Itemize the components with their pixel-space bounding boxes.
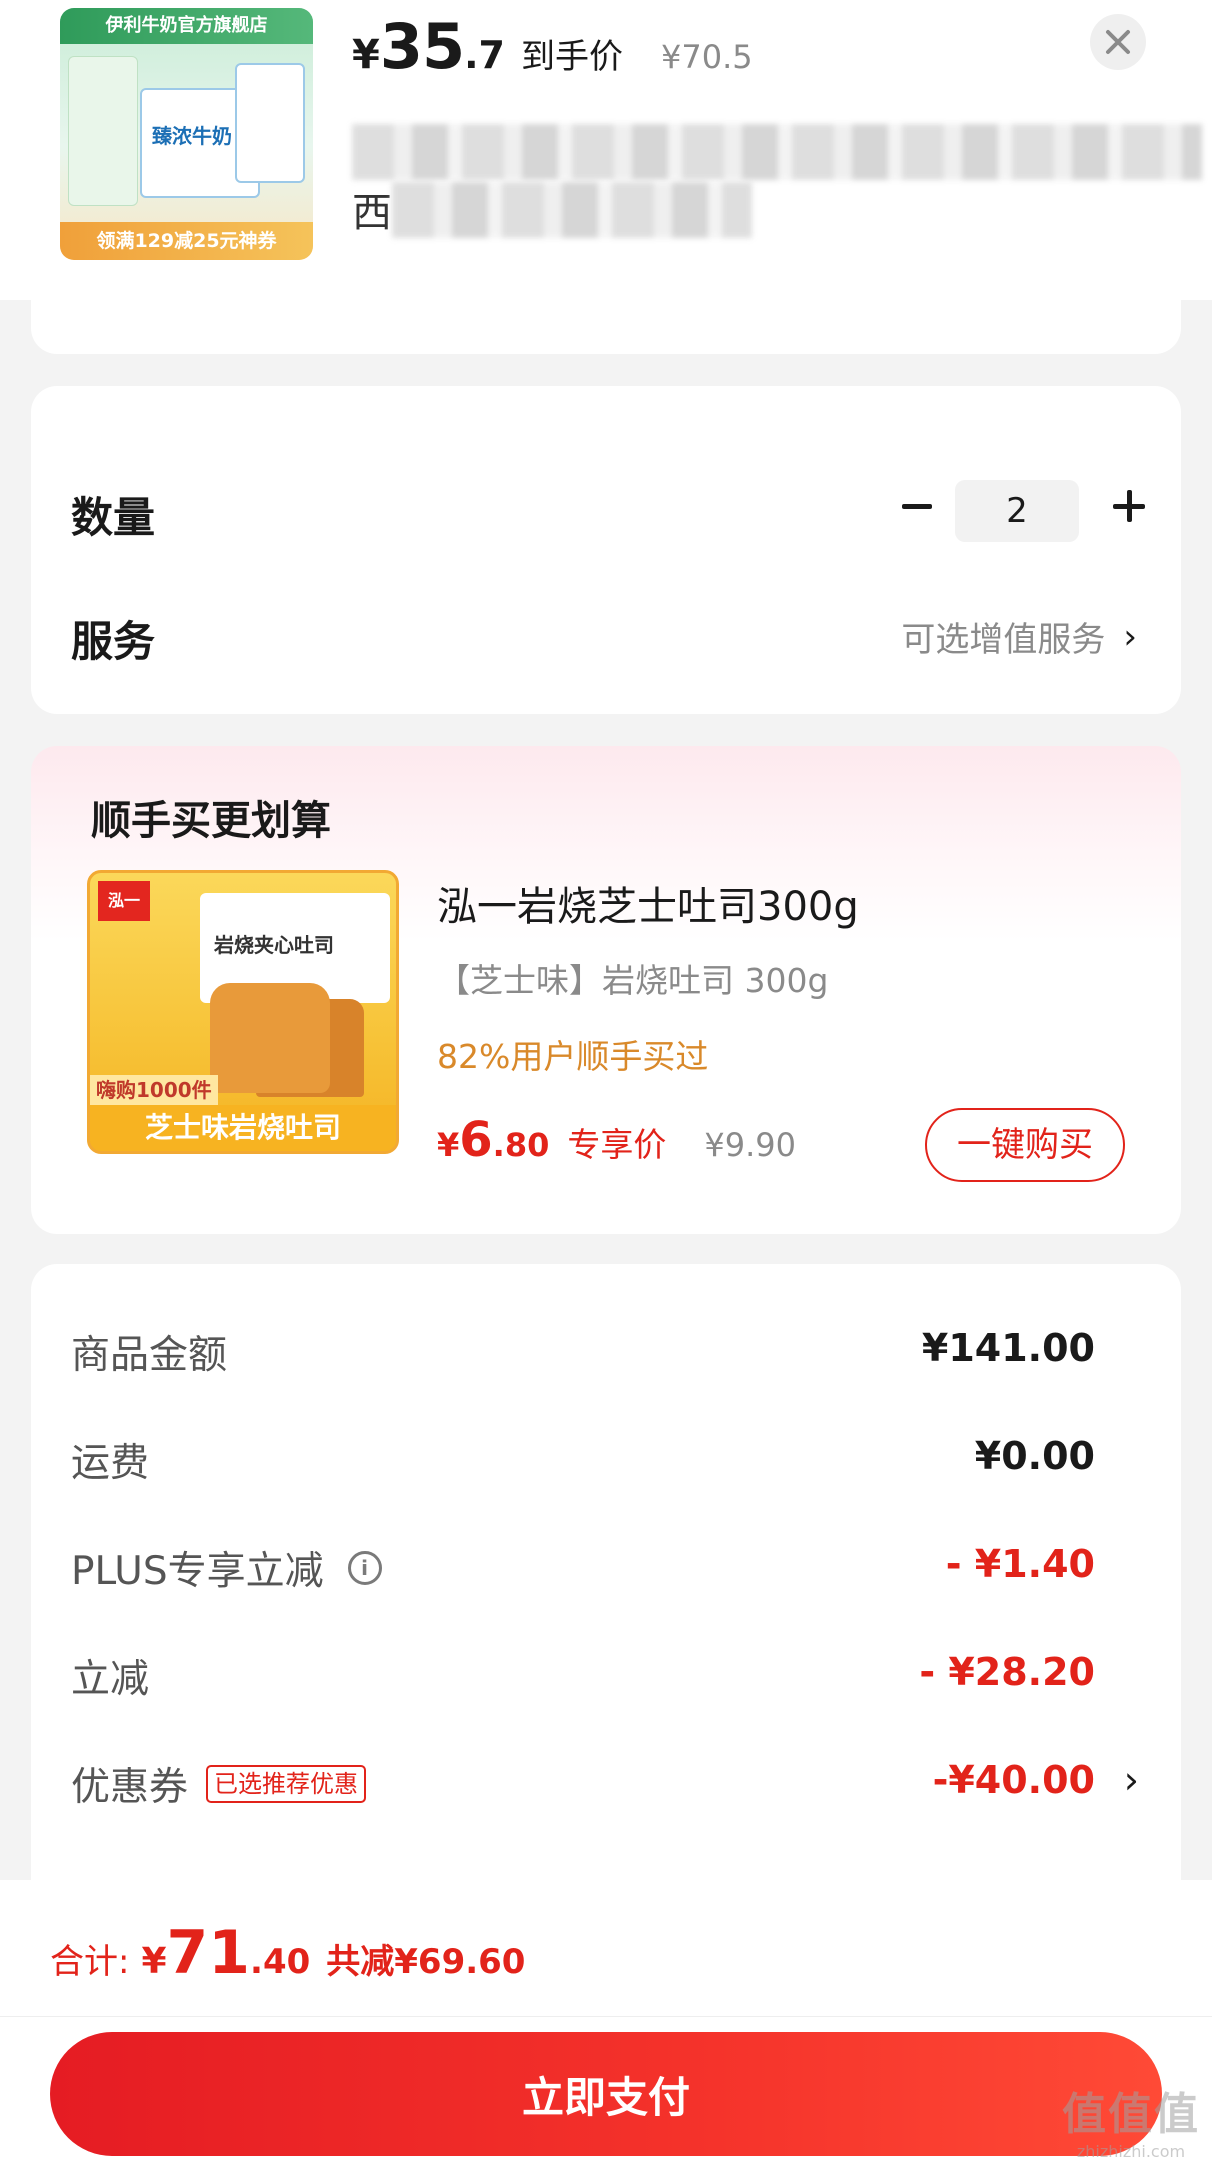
coupon-strip: 领满129减25元神券 [60, 222, 313, 260]
product-header: 伊利牛奶官方旗舰店 臻浓牛奶 领满129减25元神券 ¥ 35 .7 到手价 ¥… [0, 0, 1212, 300]
coupon-tag: 已选推荐优惠 [206, 1765, 367, 1803]
bundle-product-image[interactable]: 泓一 岩烧夹心吐司 嗨购1000件 芝士味岩烧吐司 [87, 870, 399, 1154]
bundle-product-spec: 【芝士味】岩烧吐司 300g [437, 961, 829, 1000]
currency-symbol: ¥ [141, 1941, 167, 1982]
service-label: 服务 [71, 617, 156, 666]
close-button[interactable] [1090, 14, 1146, 70]
promo-tag: 嗨购1000件 [90, 1075, 218, 1105]
one-click-buy-button[interactable]: 一键购买 [925, 1108, 1125, 1182]
total-label: 合计: [50, 1942, 130, 1982]
bundle-card: 顺手买更划算 泓一 岩烧夹心吐司 嗨购1000件 芝士味岩烧吐司 泓一岩烧芝士吐… [31, 746, 1181, 1234]
currency-symbol: ¥ [437, 1126, 460, 1164]
package-text: 岩烧夹心吐司 [214, 933, 334, 957]
original-price: ¥9.90 [704, 1126, 796, 1164]
price-integer: 6 [459, 1112, 493, 1168]
summary-label: PLUS专享立减 [71, 1549, 324, 1594]
quantity-input[interactable] [955, 480, 1079, 542]
product-thumbnail[interactable]: 伊利牛奶官方旗舰店 臻浓牛奶 领满129减25元神券 [60, 8, 313, 260]
summary-value: ¥0.00 [974, 1434, 1095, 1478]
summary-label: 运费 [71, 1441, 150, 1486]
membership-badge [68, 56, 138, 206]
bundle-price: ¥ 6 .80 专享价 ¥9.90 [437, 1112, 796, 1168]
original-price: ¥70.5 [661, 38, 753, 76]
quantity-label: 数量 [71, 493, 156, 542]
watermark-url: zhizhizhi.com [1076, 2142, 1186, 2161]
summary-value: - ¥28.20 [919, 1650, 1095, 1694]
summary-row-discount: 立减 - ¥28.20 [31, 1638, 1181, 1718]
quantity-increase-button[interactable] [1101, 478, 1157, 534]
service-value: 可选增值服务 [901, 620, 1106, 660]
close-icon [1106, 30, 1130, 54]
summary-row-coupon[interactable]: 优惠券 已选推荐优惠 -¥40.00 › [31, 1746, 1181, 1826]
address-first-char: 西 [352, 190, 392, 236]
total-decimal: .40 [250, 1942, 311, 1982]
toast-graphic [210, 983, 330, 1093]
address-card-bottom [31, 296, 1181, 354]
summary-label-wrap: 优惠券 已选推荐优惠 [71, 1756, 367, 1812]
chevron-right-icon: › [1123, 616, 1137, 657]
chevron-right-icon: › [1123, 1758, 1139, 1802]
bundle-title: 顺手买更划算 [91, 798, 331, 844]
summary-value: - ¥1.40 [945, 1542, 1095, 1586]
checkout-bar: 合计: ¥ 71 .40 共减¥69.60 立即支付 值值值 zhizhizhi… [0, 1880, 1212, 2169]
quantity-service-card: 数量 服务 可选增值服务 › [31, 386, 1181, 714]
image-bottom-text: 芝士味岩烧吐司 [90, 1105, 396, 1151]
price-label: 专享价 [567, 1125, 667, 1164]
store-name: 伊利牛奶官方旗舰店 [60, 8, 313, 44]
summary-label-wrap: PLUS专享立减 i [71, 1540, 382, 1596]
summary-row-goods: 商品金额 ¥141.00 [31, 1314, 1181, 1394]
pay-now-button[interactable]: 立即支付 [50, 2032, 1162, 2156]
order-summary-card: 商品金额 ¥141.00 运费 ¥0.00 PLUS专享立减 i - ¥1.40… [31, 1264, 1181, 1884]
info-icon[interactable]: i [347, 1551, 382, 1585]
address-blurred-2 [392, 182, 752, 238]
currency-symbol: ¥ [352, 32, 380, 78]
summary-label: 优惠券 [71, 1765, 189, 1810]
summary-label: 立减 [71, 1657, 150, 1702]
summary-value: ¥141.00 [921, 1326, 1095, 1370]
summary-value: -¥40.00 [932, 1758, 1095, 1802]
watermark: 值值值 zhizhizhi.com [1062, 2078, 1200, 2161]
brand-text: 臻浓牛奶 [152, 124, 232, 148]
summary-row-shipping: 运费 ¥0.00 [31, 1422, 1181, 1502]
total-integer: 71 [166, 1918, 251, 1988]
price-decimal: .7 [464, 33, 506, 77]
service-selector[interactable]: 可选增值服务 › [901, 612, 1137, 661]
order-total: 合计: ¥ 71 .40 共减¥69.60 [50, 1918, 525, 1988]
brand-logo: 泓一 [98, 881, 150, 921]
summary-label: 商品金额 [71, 1333, 228, 1378]
summary-row-plus: PLUS专享立减 i - ¥1.40 [31, 1530, 1181, 1610]
address-blurred [352, 124, 1202, 180]
bundle-social-proof: 82%用户顺手买过 [437, 1037, 709, 1076]
bundle-product-name[interactable]: 泓一岩烧芝士吐司300g [437, 874, 859, 932]
quantity-decrease-button[interactable] [889, 478, 945, 534]
total-saved: 共减¥69.60 [326, 1942, 526, 1982]
price-integer: 35 [379, 10, 465, 83]
price-decimal: .80 [492, 1126, 550, 1164]
price-label: 到手价 [521, 37, 624, 77]
milk-box-small [235, 63, 305, 183]
divider [0, 2016, 1212, 2017]
watermark-logo: 值值值 [1062, 2089, 1200, 2140]
header-price: ¥ 35 .7 到手价 ¥70.5 [352, 10, 753, 83]
